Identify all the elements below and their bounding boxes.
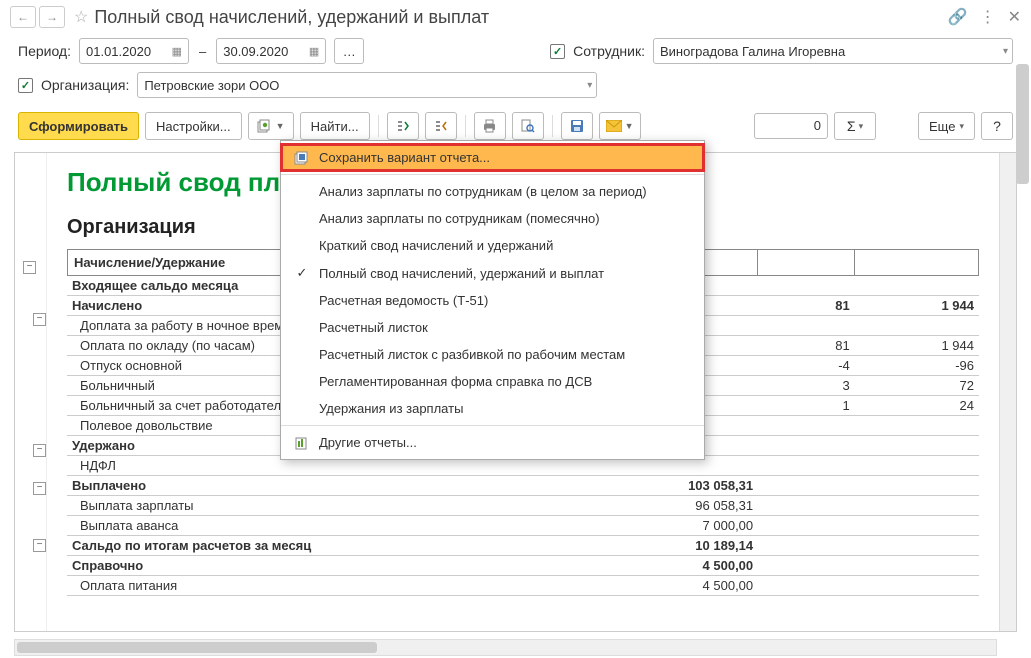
preview-button[interactable] <box>512 112 544 140</box>
chevron-down-icon[interactable]: ▾ <box>1003 46 1008 57</box>
table-cell: Оплата питания <box>68 576 565 596</box>
window-vscrollbar[interactable] <box>1014 34 1031 638</box>
close-icon[interactable]: ✕ <box>1008 7 1021 27</box>
collapse-node[interactable]: − <box>33 313 46 326</box>
menu-label: Удержания из зарплаты <box>319 401 463 416</box>
collapse-groups-button[interactable] <box>425 112 457 140</box>
scrollbar-thumb[interactable] <box>1016 64 1029 184</box>
menu-item[interactable]: Краткий свод начислений и удержаний <box>281 232 704 259</box>
expand-groups-button[interactable] <box>387 112 419 140</box>
table-cell: Справочно <box>68 556 565 576</box>
date-from-value: 01.01.2020 <box>86 44 151 59</box>
menu-label: Анализ зарплаты по сотрудникам (помесячн… <box>319 211 600 226</box>
sigma-button[interactable]: Σ ▾ <box>834 112 876 140</box>
link-icon[interactable]: 🔗 <box>948 7 968 27</box>
menu-item-current[interactable]: ✓ Полный свод начислений, удержаний и вып… <box>281 259 704 287</box>
menu-label: Сохранить вариант отчета... <box>319 150 490 165</box>
org-value: Петровские зори ООО <box>144 78 279 93</box>
tree-gutter: − − − − − <box>15 153 47 631</box>
help-button[interactable]: ? <box>981 112 1013 140</box>
menu-label: Расчетный листок <box>319 320 428 335</box>
menu-save-variant[interactable]: Сохранить вариант отчета... <box>281 144 704 171</box>
menu-label: Расчетная ведомость (Т-51) <box>319 293 488 308</box>
menu-label: Расчетный листок с разбивкой по рабочим … <box>319 347 625 362</box>
org-label: Организация: <box>41 77 129 93</box>
number-box[interactable]: 0 <box>754 113 828 139</box>
date-to-value: 30.09.2020 <box>223 44 288 59</box>
menu-item[interactable]: Расчетный листок с разбивкой по рабочим … <box>281 341 704 368</box>
employee-input[interactable]: Виноградова Галина Игоревна ▾ <box>653 38 1013 64</box>
settings-button[interactable]: Настройки... <box>145 112 242 140</box>
calendar-icon[interactable]: ▦ <box>172 45 182 58</box>
variants-dropdown-button[interactable]: ▼ <box>248 112 294 140</box>
menu-item[interactable]: Расчетная ведомость (Т-51) <box>281 287 704 314</box>
menu-item[interactable]: Регламентированная форма справка по ДСВ <box>281 368 704 395</box>
menu-label: Другие отчеты... <box>319 435 417 450</box>
save-copy-icon <box>291 151 313 165</box>
report-variant-menu: Сохранить вариант отчета... Анализ зарпл… <box>280 140 705 460</box>
menu-item[interactable]: Анализ зарплаты по сотрудникам (в целом … <box>281 178 704 205</box>
menu-label: Краткий свод начислений и удержаний <box>319 238 553 253</box>
collapse-node[interactable]: − <box>23 261 36 274</box>
period-picker-button[interactable]: … <box>334 38 364 64</box>
menu-label: Анализ зарплаты по сотрудникам (в целом … <box>319 184 647 199</box>
kebab-menu-icon[interactable]: ⋮ <box>980 7 996 27</box>
collapse-node[interactable]: − <box>33 444 46 457</box>
scrollbar-thumb[interactable] <box>17 642 377 653</box>
page-title: Полный свод начислений, удержаний и выпл… <box>94 7 947 28</box>
period-label: Период: <box>18 43 71 59</box>
table-cell: Выплачено <box>68 476 565 496</box>
employee-label: Сотрудник: <box>573 43 645 59</box>
report-hscrollbar[interactable] <box>14 639 997 656</box>
favorite-star-icon[interactable]: ☆ <box>74 7 88 27</box>
check-icon: ✓ <box>291 265 313 281</box>
table-cell: Выплата аванса <box>68 516 565 536</box>
menu-other-reports[interactable]: Другие отчеты... <box>281 429 704 456</box>
email-button[interactable]: ▼ <box>599 112 641 140</box>
table-cell: Сальдо по итогам расчетов за месяц <box>68 536 565 556</box>
org-checkbox[interactable]: ✓ <box>18 78 33 93</box>
print-button[interactable] <box>474 112 506 140</box>
menu-item[interactable]: Анализ зарплаты по сотрудникам (помесячн… <box>281 205 704 232</box>
org-input[interactable]: Петровские зори ООО ▾ <box>137 72 597 98</box>
generate-button[interactable]: Сформировать <box>18 112 139 140</box>
menu-item[interactable]: Удержания из зарплаты <box>281 395 704 422</box>
more-button[interactable]: Еще▾ <box>918 112 975 140</box>
collapse-node[interactable]: − <box>33 539 46 552</box>
find-button[interactable]: Найти... <box>300 112 370 140</box>
employee-value: Виноградова Галина Игоревна <box>660 44 845 59</box>
nav-back-button[interactable]: ← <box>10 6 36 28</box>
date-from-input[interactable]: 01.01.2020 ▦ <box>79 38 189 64</box>
chevron-down-icon[interactable]: ▾ <box>587 80 592 91</box>
menu-label: Регламентированная форма справка по ДСВ <box>319 374 592 389</box>
calendar-icon[interactable]: ▦ <box>309 45 319 58</box>
reports-icon <box>291 436 313 450</box>
nav-forward-button[interactable]: → <box>39 6 65 28</box>
date-to-input[interactable]: 30.09.2020 ▦ <box>216 38 326 64</box>
menu-label: Полный свод начислений, удержаний и выпл… <box>319 266 604 281</box>
dash: – <box>199 44 206 59</box>
table-cell: Выплата зарплаты <box>68 496 565 516</box>
collapse-node[interactable]: − <box>33 482 46 495</box>
employee-checkbox[interactable]: ✓ <box>550 44 565 59</box>
save-button[interactable] <box>561 112 593 140</box>
menu-item[interactable]: Расчетный листок <box>281 314 704 341</box>
